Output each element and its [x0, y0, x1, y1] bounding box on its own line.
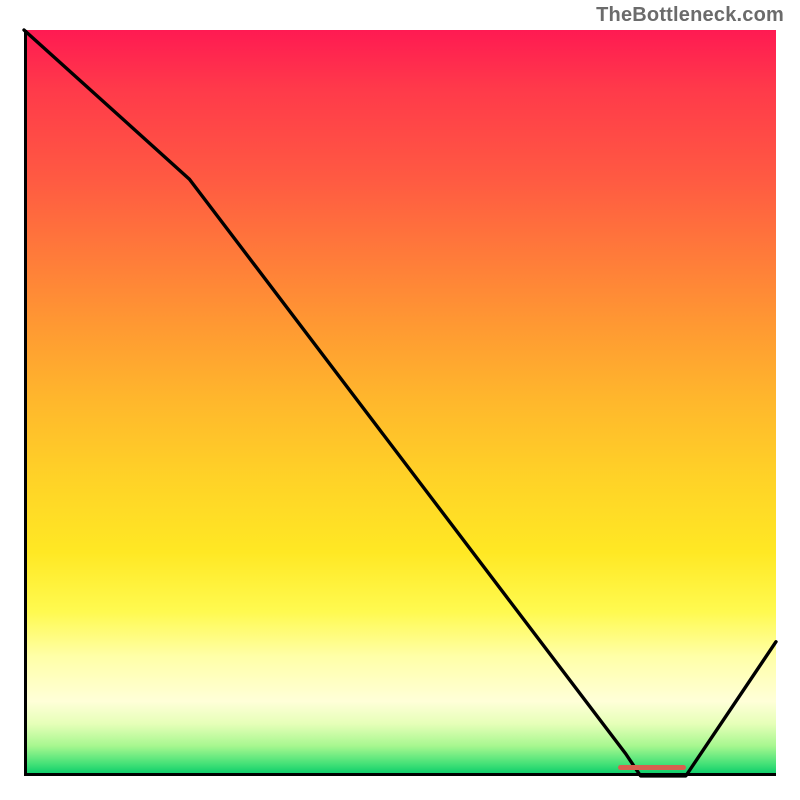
chart-area — [24, 30, 776, 776]
chart-axes — [24, 30, 776, 776]
x-axis — [24, 773, 776, 776]
watermark-text: TheBottleneck.com — [596, 4, 784, 27]
y-axis — [24, 30, 27, 776]
